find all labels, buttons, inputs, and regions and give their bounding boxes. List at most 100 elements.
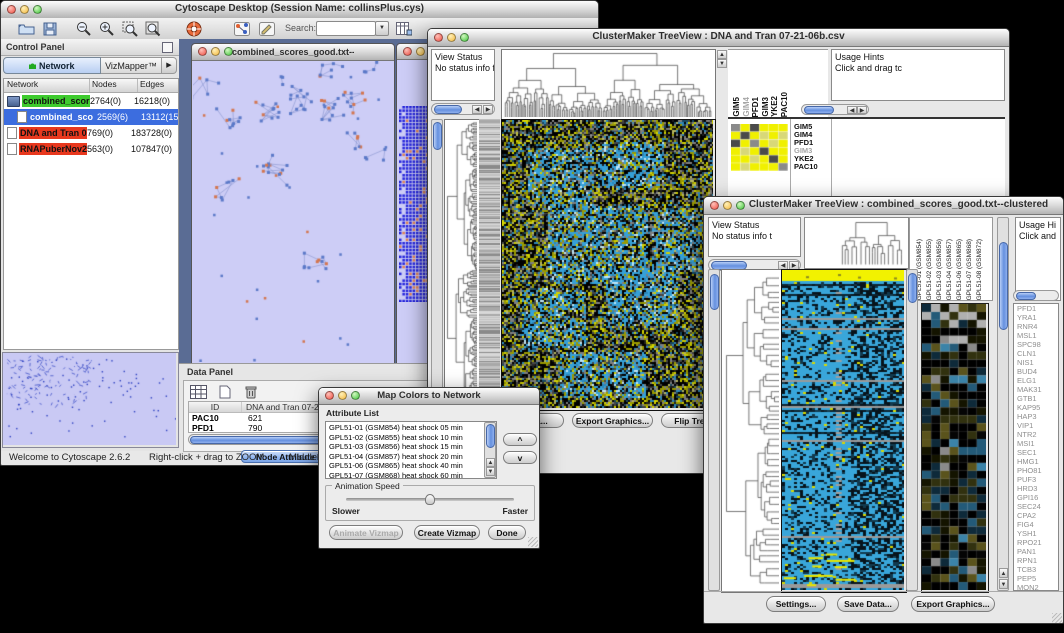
- gene-list-item[interactable]: HAP3: [1017, 412, 1058, 421]
- new-attribute-icon[interactable]: [214, 383, 236, 400]
- gene-list-item[interactable]: SPC98: [1017, 340, 1058, 349]
- tv1-column-dendrogram[interactable]: [501, 49, 716, 120]
- treeview2-titlebar[interactable]: ClusterMaker TreeView : combined_scores_…: [704, 197, 1063, 215]
- close-icon[interactable]: [7, 5, 16, 14]
- tab-network[interactable]: Network: [3, 57, 101, 74]
- annotation-icon[interactable]: [256, 20, 278, 37]
- window-controls[interactable]: [7, 5, 42, 14]
- tv2-row-dendrogram[interactable]: [721, 269, 782, 593]
- slider-thumb[interactable]: [425, 494, 435, 505]
- save-icon[interactable]: [39, 20, 61, 37]
- gene-list-item[interactable]: NTR2: [1017, 430, 1058, 439]
- network-canvas[interactable]: [193, 61, 392, 362]
- gene-list-item[interactable]: SEC24: [1017, 502, 1058, 511]
- attribute-list-item[interactable]: GPL51-06 (GSM865) heat shock 40 min: [329, 461, 496, 471]
- tv1-export-graphics-button[interactable]: Export Graphics...: [572, 413, 653, 428]
- close-icon[interactable]: [325, 391, 334, 400]
- resize-grip[interactable]: [1052, 613, 1062, 623]
- tv1-detail-hscrollbar[interactable]: ◀ ▶: [801, 104, 869, 115]
- resize-grip[interactable]: [528, 537, 538, 547]
- tv2-heatmap-vscrollbar[interactable]: [906, 269, 918, 591]
- gene-list-item[interactable]: ELG1: [1017, 376, 1058, 385]
- help-lifering-icon[interactable]: [183, 20, 205, 37]
- col-header-id[interactable]: ID: [189, 402, 242, 412]
- gene-list-item[interactable]: GTB1: [1017, 394, 1058, 403]
- gene-list-item[interactable]: FIG4: [1017, 520, 1058, 529]
- network-window-titlebar[interactable]: combined_scores_good.txt--cluste...: [192, 44, 394, 61]
- zoom-selected-icon[interactable]: [119, 20, 141, 37]
- minimize-icon[interactable]: [447, 33, 456, 42]
- cytoscape-titlebar[interactable]: Cytoscape Desktop (Session Name: collins…: [1, 1, 598, 19]
- scroll-down-icon[interactable]: ▼: [717, 59, 727, 68]
- tabs-more-button[interactable]: ▶: [162, 57, 177, 74]
- tv2-export-graphics-button[interactable]: Export Graphics...: [911, 596, 995, 612]
- attribute-up-button[interactable]: ^: [503, 433, 537, 446]
- network-list-row[interactable]: DNA and Tran 07 769(0) 183728(0): [4, 125, 178, 141]
- delete-attribute-trash-icon[interactable]: [240, 383, 262, 400]
- minimize-icon[interactable]: [723, 201, 732, 210]
- network-list-row[interactable]: combined_scores 2764(0) 16218(0): [4, 93, 178, 109]
- tv1-row-dendrogram[interactable]: [444, 119, 480, 411]
- network-view-window[interactable]: combined_scores_good.txt--cluste...: [191, 43, 395, 363]
- minimize-icon[interactable]: [211, 47, 220, 56]
- tab-vizmapper[interactable]: VizMapper™: [101, 57, 162, 74]
- gene-list-item[interactable]: YRA1: [1017, 313, 1058, 322]
- gene-list-item[interactable]: MON2: [1017, 583, 1058, 591]
- tv2-detail-heatmap[interactable]: [921, 303, 989, 593]
- gene-list-item[interactable]: PFD1: [1017, 304, 1058, 313]
- attribute-list-item[interactable]: GPL51-02 (GSM855) heat shock 10 min: [329, 433, 496, 443]
- close-icon[interactable]: [403, 47, 412, 56]
- gene-list-item[interactable]: PEP5: [1017, 574, 1058, 583]
- gene-list-item[interactable]: SEC1: [1017, 448, 1058, 457]
- search-dropdown-icon[interactable]: ▼: [375, 21, 389, 36]
- tv1-submatrix[interactable]: [731, 124, 788, 171]
- animate-vizmap-button[interactable]: Animate Vizmap: [329, 525, 403, 540]
- zoom-out-icon[interactable]: [73, 20, 95, 37]
- gene-list-item[interactable]: PHO81: [1017, 466, 1058, 475]
- minimize-icon[interactable]: [20, 5, 29, 14]
- tv1-heatmap[interactable]: [501, 119, 716, 411]
- gene-list-item[interactable]: PAN1: [1017, 547, 1058, 556]
- gene-list-item[interactable]: CLN1: [1017, 349, 1058, 358]
- gene-list-item[interactable]: HMG1: [1017, 457, 1058, 466]
- tv2-genelist-hscrollbar[interactable]: [1013, 290, 1059, 301]
- close-icon[interactable]: [198, 47, 207, 56]
- tv2-save-data-button[interactable]: Save Data...: [837, 596, 899, 612]
- tv1-viewstatus-hscrollbar[interactable]: ◀ ▶: [431, 103, 495, 115]
- gene-list-item[interactable]: KAP95: [1017, 403, 1058, 412]
- tv2-settings-button[interactable]: Settings...: [766, 596, 826, 612]
- search-input[interactable]: [316, 21, 376, 36]
- tv1-vscrollbar[interactable]: [431, 119, 443, 409]
- attribute-browser-icon[interactable]: [393, 20, 415, 37]
- attribute-down-button[interactable]: v: [503, 451, 537, 464]
- tv2-right-vscrollbar[interactable]: ▲ ▼: [997, 217, 1009, 591]
- close-icon[interactable]: [434, 33, 443, 42]
- minimize-icon[interactable]: [338, 391, 347, 400]
- gene-list-item[interactable]: GPI16: [1017, 493, 1058, 502]
- attribute-list-item[interactable]: GPL51-07 (GSM868) heat shock 60 min: [329, 471, 496, 480]
- gene-list-item[interactable]: VIP1: [1017, 421, 1058, 430]
- attribute-list-item[interactable]: GPL51-03 (GSM856) heat shock 15 min: [329, 442, 496, 452]
- close-icon[interactable]: [710, 201, 719, 210]
- attribute-list[interactable]: GPL51-01 (GSM854) heat shock 05 minGPL51…: [325, 421, 497, 479]
- scroll-up-icon[interactable]: ▲: [717, 50, 727, 59]
- attribute-table-icon[interactable]: [187, 383, 209, 400]
- gene-list-item[interactable]: NIS1: [1017, 358, 1058, 367]
- animation-speed-slider[interactable]: [346, 498, 514, 501]
- network-list-row[interactable]: combined_sco 2569(6) 13112(15): [4, 109, 178, 125]
- gene-list-item[interactable]: BUD4: [1017, 367, 1058, 376]
- gene-list-item[interactable]: YSH1: [1017, 529, 1058, 538]
- zoom-in-icon[interactable]: [96, 20, 118, 37]
- gene-list-item[interactable]: PUF3: [1017, 475, 1058, 484]
- network-overview[interactable]: [2, 352, 179, 448]
- open-folder-icon[interactable]: [15, 20, 37, 37]
- done-button[interactable]: Done: [488, 525, 526, 540]
- attribute-list-item[interactable]: GPL51-01 (GSM854) heat shock 05 min: [329, 423, 496, 433]
- gene-list-item[interactable]: MAK31: [1017, 385, 1058, 394]
- gene-list-item[interactable]: RPN1: [1017, 556, 1058, 565]
- tv2-column-dendrogram[interactable]: [804, 217, 909, 269]
- tv2-heatmap[interactable]: [781, 269, 907, 593]
- tv2-gene-list[interactable]: PFD1YRA1RNR4MSL1SPC98CLN1NIS1BUD4ELG1MAK…: [1013, 303, 1059, 591]
- gene-list-item[interactable]: RNR4: [1017, 322, 1058, 331]
- gene-list-item[interactable]: RPO21: [1017, 538, 1058, 547]
